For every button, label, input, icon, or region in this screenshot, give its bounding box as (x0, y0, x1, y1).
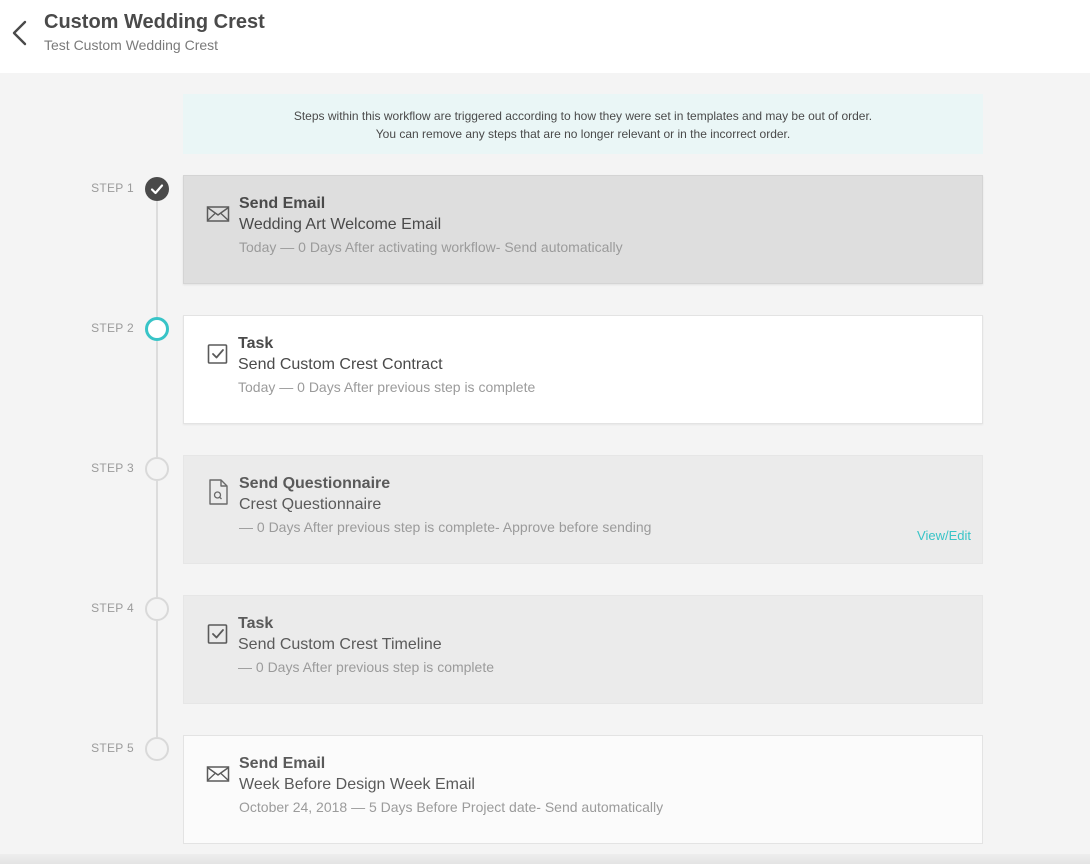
step-label: STEP 2 (91, 321, 134, 335)
checkbox-icon (206, 342, 230, 366)
workflow-step-card[interactable]: Send Email Week Before Design Week Email… (183, 735, 983, 844)
page-title: Custom Wedding Crest (44, 11, 265, 33)
step-type: Send Email (239, 755, 326, 772)
step-pending-indicator (145, 597, 169, 621)
step-type: Task (238, 615, 274, 632)
step-name: Crest Questionnaire (239, 496, 382, 513)
page-header: Custom Wedding Crest Test Custom Wedding… (0, 0, 1090, 73)
workflow-step-card[interactable]: Send Questionnaire Crest Questionnaire —… (183, 455, 983, 564)
step-name: Send Custom Crest Timeline (238, 636, 442, 653)
step-label: STEP 1 (91, 181, 134, 195)
step-type: Task (238, 335, 274, 352)
timeline-connector (156, 481, 158, 597)
step-name: Send Custom Crest Contract (238, 356, 443, 373)
workflow-step-card[interactable]: Task Send Custom Crest Contract Today — … (183, 315, 983, 424)
step-schedule: October 24, 2018 — 5 Days Before Project… (239, 799, 664, 815)
step-schedule: — 0 Days After previous step is complete… (239, 519, 652, 535)
page-bottom-edge (0, 854, 1090, 864)
back-arrow-icon[interactable] (8, 18, 32, 48)
step-schedule: Today — 0 Days After activating workflow… (239, 239, 623, 255)
view-edit-link[interactable]: View/Edit (917, 528, 971, 543)
notice-line-1: Steps within this workflow are triggered… (293, 109, 873, 123)
step-pending-indicator (145, 737, 169, 761)
step-name: Wedding Art Welcome Email (239, 216, 442, 233)
step-pending-indicator (145, 457, 169, 481)
workflow-step-card[interactable]: Send Email Wedding Art Welcome Email Tod… (183, 175, 983, 284)
step-schedule: — 0 Days After previous step is complete (238, 659, 494, 675)
step-label: STEP 5 (91, 741, 134, 755)
envelope-icon (206, 762, 230, 786)
timeline-connector (156, 621, 158, 737)
notice-line-2: You can remove any steps that are no lon… (375, 127, 791, 141)
envelope-icon (206, 202, 230, 226)
step-schedule: Today — 0 Days After previous step is co… (238, 379, 536, 395)
page-subtitle: Test Custom Wedding Crest (44, 37, 219, 53)
step-label: STEP 4 (91, 601, 134, 615)
timeline-connector (156, 201, 158, 317)
step-name: Week Before Design Week Email (239, 776, 475, 793)
workflow-notice: Steps within this workflow are triggered… (183, 94, 983, 154)
timeline-connector (156, 341, 158, 457)
questionnaire-document-icon (206, 478, 230, 505)
checkbox-icon (206, 622, 230, 646)
step-type: Send Questionnaire (239, 475, 391, 492)
step-type: Send Email (239, 195, 326, 212)
workflow-step-card[interactable]: Task Send Custom Crest Timeline — 0 Days… (183, 595, 983, 704)
step-completed-check-icon (145, 177, 169, 201)
step-active-indicator (145, 317, 169, 341)
step-label: STEP 3 (91, 461, 134, 475)
